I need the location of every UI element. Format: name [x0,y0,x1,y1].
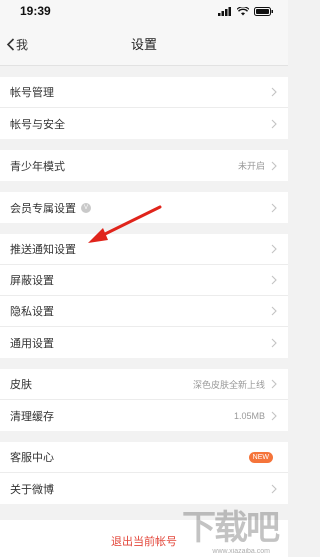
chevron-right-icon [271,484,277,493]
row-label: 通用设置 [10,337,54,350]
general-settings-row[interactable]: 通用设置 [0,327,288,358]
row-label: 皮肤 [10,379,32,391]
chevron-right-icon [271,411,277,420]
clear-cache-row[interactable]: 清理缓存 1.05MB [0,400,288,431]
chevron-right-icon [271,338,277,347]
navigation-bar: 我 设置 [0,22,288,66]
customer-service-row[interactable]: 客服中心 NEW [0,442,288,473]
settings-group-appearance: 皮肤 深色皮肤全新上线 清理缓存 1.05MB [0,369,288,431]
push-notification-settings-row[interactable]: 推送通知设置 [0,234,288,265]
back-label: 我 [16,37,29,52]
logout-label: 退出当前帐号 [111,536,177,548]
watermark: 下载吧 [182,500,280,549]
chevron-right-icon [271,87,277,97]
chevron-right-icon [271,161,277,170]
wifi-icon [237,6,249,15]
row-label: 客服中心 [10,452,54,464]
watermark-url: www.xiazaiba.com [212,548,270,555]
back-button[interactable]: 我 [6,22,28,66]
row-label: 屏蔽设置 [10,275,54,287]
youth-mode-row[interactable]: 青少年模式 未开启 [0,150,288,181]
status-time: 19:39 [20,4,51,18]
row-label: 隐私设置 [10,306,54,318]
skin-value: 深色皮肤全新上线 [192,379,265,390]
settings-group-general: 推送通知设置 屏蔽设置 隐私设置 通用设置 [0,234,288,358]
settings-group-account: 帐号管理 帐号与安全 [0,77,288,139]
new-badge: NEW [248,451,273,463]
row-label: 青少年模式 [10,160,65,173]
row-label: 帐号与安全 [10,118,65,131]
row-label: 关于微博 [10,483,54,496]
vip-settings-row[interactable]: 会员专属设置 V [0,192,288,223]
chevron-right-icon [271,244,277,254]
row-label: 会员专属设置 [10,202,76,215]
signal-icon [218,6,231,16]
chevron-right-icon [271,275,277,285]
watermark-text: 下载吧 [182,508,280,548]
status-bar: 19:39 [0,0,288,22]
cache-size-value: 1.05MB [233,410,265,421]
battery-icon [254,6,273,16]
chevron-right-icon [271,119,277,128]
chevron-left-icon [6,37,15,51]
privacy-settings-row[interactable]: 隐私设置 [0,296,288,327]
vip-icon: V [81,202,91,213]
chevron-right-icon [271,306,277,316]
settings-group-youth: 青少年模式 未开启 [0,150,288,181]
settings-group-vip: 会员专属设置 V [0,192,288,223]
row-label: 清理缓存 [10,410,54,423]
status-icons [218,6,274,16]
account-security-row[interactable]: 帐号与安全 [0,108,288,139]
block-settings-row[interactable]: 屏蔽设置 [0,265,288,296]
row-label: 推送通知设置 [10,244,76,256]
skin-row[interactable]: 皮肤 深色皮肤全新上线 [0,369,288,400]
chevron-right-icon [271,379,277,389]
settings-group-support: 客服中心 NEW 关于微博 [0,442,288,504]
account-management-row[interactable]: 帐号管理 [0,77,288,108]
chevron-right-icon [271,203,277,212]
row-label: 帐号管理 [10,87,54,99]
page-title: 设置 [130,37,157,52]
youth-mode-value: 未开启 [237,161,265,171]
